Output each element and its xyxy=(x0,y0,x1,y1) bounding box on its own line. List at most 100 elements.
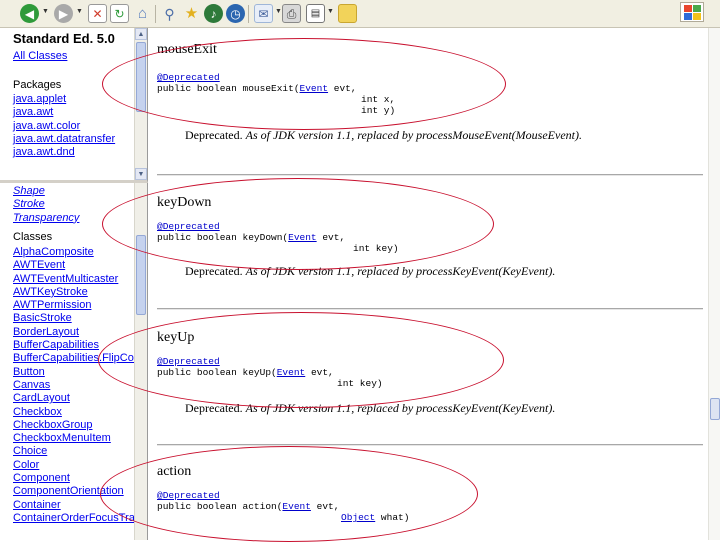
method-name: mouseExit xyxy=(157,42,217,57)
favorites-button[interactable]: ★ xyxy=(182,4,201,23)
back-dropdown-icon[interactable]: ▼ xyxy=(42,8,49,15)
search-button[interactable]: ⚲ xyxy=(160,4,179,23)
deprecation-note: Deprecated. As of JDK version 1.1, repla… xyxy=(185,401,556,415)
annotation-link[interactable]: @Deprecated xyxy=(157,356,220,367)
history-button[interactable]: ◷ xyxy=(226,4,245,23)
method-detail-mouseexit: mouseExit @Deprecated public boolean mou… xyxy=(157,42,707,143)
class-link[interactable]: AWTPermission xyxy=(13,299,91,311)
classes-label: Classes xyxy=(13,231,53,243)
class-link[interactable]: Component xyxy=(13,472,70,484)
divider xyxy=(157,174,703,176)
package-link[interactable]: java.awt xyxy=(13,106,53,118)
toolbar-separator xyxy=(155,5,156,23)
type-link[interactable]: Event xyxy=(277,367,306,378)
mail-dropdown-icon[interactable]: ▼ xyxy=(275,8,282,15)
back-arrow-icon: ◀ xyxy=(24,6,35,21)
method-signature: @Deprecated public boolean keyDown(Event… xyxy=(157,221,399,254)
edit-dropdown-icon[interactable]: ▼ xyxy=(327,8,334,15)
packages-scrollbar[interactable]: ▲ ▼ xyxy=(134,28,147,180)
method-name: keyUp xyxy=(157,330,195,345)
package-link[interactable]: java.awt.datatransfer xyxy=(13,133,115,145)
classes-frame: Shape Stroke Transparency Classes AlphaC… xyxy=(0,183,148,540)
messenger-button[interactable] xyxy=(338,4,357,23)
method-detail-action: action @Deprecated public boolean action… xyxy=(157,464,707,523)
edit-icon: ▤ xyxy=(310,7,321,19)
scroll-thumb[interactable] xyxy=(710,398,720,420)
scroll-up-icon[interactable]: ▲ xyxy=(135,28,147,40)
method-detail-frame: mouseExit @Deprecated public boolean mou… xyxy=(149,28,720,540)
deprecation-note: Deprecated. As of JDK version 1.1, repla… xyxy=(185,264,556,278)
class-link[interactable]: Container xyxy=(13,499,61,511)
interface-link[interactable]: Transparency xyxy=(13,212,79,224)
package-list: java.applet java.awt java.awt.color java… xyxy=(13,93,115,159)
divider xyxy=(157,308,703,310)
print-button[interactable]: ⎙ xyxy=(282,4,301,23)
print-icon: ⎙ xyxy=(286,6,297,21)
type-link[interactable]: Event xyxy=(282,501,311,512)
media-icon: ♪ xyxy=(210,6,217,21)
annotation-link[interactable]: @Deprecated xyxy=(157,221,220,232)
home-button[interactable]: ⌂ xyxy=(133,4,152,23)
method-detail-keyup: keyUp @Deprecated public boolean keyUp(E… xyxy=(157,330,707,416)
stop-icon: ✕ xyxy=(92,6,103,21)
edit-button[interactable]: ▤ xyxy=(306,4,325,23)
package-link[interactable]: java.applet xyxy=(13,93,66,105)
scroll-thumb[interactable] xyxy=(136,235,146,315)
all-classes-link[interactable]: All Classes xyxy=(13,50,67,62)
mail-button[interactable]: ✉ xyxy=(254,4,273,23)
class-link[interactable]: Button xyxy=(13,366,45,378)
media-button[interactable]: ♪ xyxy=(204,4,223,23)
class-link[interactable]: ContainerOrderFocusTraversalPolicy xyxy=(13,512,147,524)
search-icon: ⚲ xyxy=(164,5,175,22)
class-link[interactable]: CheckboxGroup xyxy=(13,419,93,431)
forward-dropdown-icon[interactable]: ▼ xyxy=(76,8,83,15)
interface-list: Shape Stroke Transparency xyxy=(13,185,79,225)
class-link[interactable]: BorderLayout xyxy=(13,326,79,338)
class-link[interactable]: BufferCapabilities xyxy=(13,339,99,351)
interface-link[interactable]: Shape xyxy=(13,185,45,197)
class-link[interactable]: CardLayout xyxy=(13,392,70,404)
refresh-button[interactable]: ↻ xyxy=(110,4,129,23)
type-link[interactable]: Object xyxy=(341,512,375,523)
method-name: action xyxy=(157,464,192,479)
type-link[interactable]: Event xyxy=(288,232,317,243)
method-signature: @Deprecated public boolean keyUp(Event e… xyxy=(157,356,383,389)
method-signature: @Deprecated public boolean mouseExit(Eve… xyxy=(157,72,396,116)
class-link[interactable]: Checkbox xyxy=(13,406,62,418)
divider xyxy=(157,444,703,446)
class-link[interactable]: Choice xyxy=(13,445,47,457)
main-scrollbar[interactable] xyxy=(708,28,720,540)
method-signature: @Deprecated public boolean action(Event … xyxy=(157,490,410,523)
class-link[interactable]: AWTEvent xyxy=(13,259,65,271)
stop-button[interactable]: ✕ xyxy=(88,4,107,23)
deprecation-note: Deprecated. As of JDK version 1.1, repla… xyxy=(185,128,582,142)
class-link[interactable]: ComponentOrientation xyxy=(13,485,124,497)
scroll-thumb[interactable] xyxy=(136,42,146,112)
class-link[interactable]: AlphaComposite xyxy=(13,246,94,258)
class-link[interactable]: AWTKeyStroke xyxy=(13,286,88,298)
method-detail-keydown: keyDown @Deprecated public boolean keyDo… xyxy=(157,195,707,279)
packages-label: Packages xyxy=(13,79,62,91)
class-list: AlphaComposite AWTEvent AWTEventMulticas… xyxy=(13,246,147,525)
class-link[interactable]: AWTEventMulticaster xyxy=(13,273,118,285)
history-icon: ◷ xyxy=(230,6,241,21)
classes-scrollbar[interactable] xyxy=(134,183,147,540)
method-name: keyDown xyxy=(157,195,212,210)
star-icon: ★ xyxy=(184,5,199,22)
class-link[interactable]: Canvas xyxy=(13,379,50,391)
annotation-link[interactable]: @Deprecated xyxy=(157,490,220,501)
class-link[interactable]: CheckboxMenuItem xyxy=(13,432,111,444)
class-link[interactable]: BasicStroke xyxy=(13,312,72,324)
edition-title: Standard Ed. 5.0 xyxy=(13,31,115,46)
class-link[interactable]: BufferCapabilities.FlipContents xyxy=(13,352,147,364)
type-link[interactable]: Event xyxy=(300,83,329,94)
interface-link[interactable]: Stroke xyxy=(13,198,45,210)
scroll-down-icon[interactable]: ▼ xyxy=(135,168,147,180)
back-button[interactable]: ◀ xyxy=(20,4,39,23)
package-link[interactable]: java.awt.dnd xyxy=(13,146,75,158)
packages-frame: Standard Ed. 5.0 All Classes Packages ja… xyxy=(0,28,148,183)
class-link[interactable]: Color xyxy=(13,459,39,471)
forward-button[interactable]: ▶ xyxy=(54,4,73,23)
annotation-link[interactable]: @Deprecated xyxy=(157,72,220,83)
package-link[interactable]: java.awt.color xyxy=(13,120,80,132)
